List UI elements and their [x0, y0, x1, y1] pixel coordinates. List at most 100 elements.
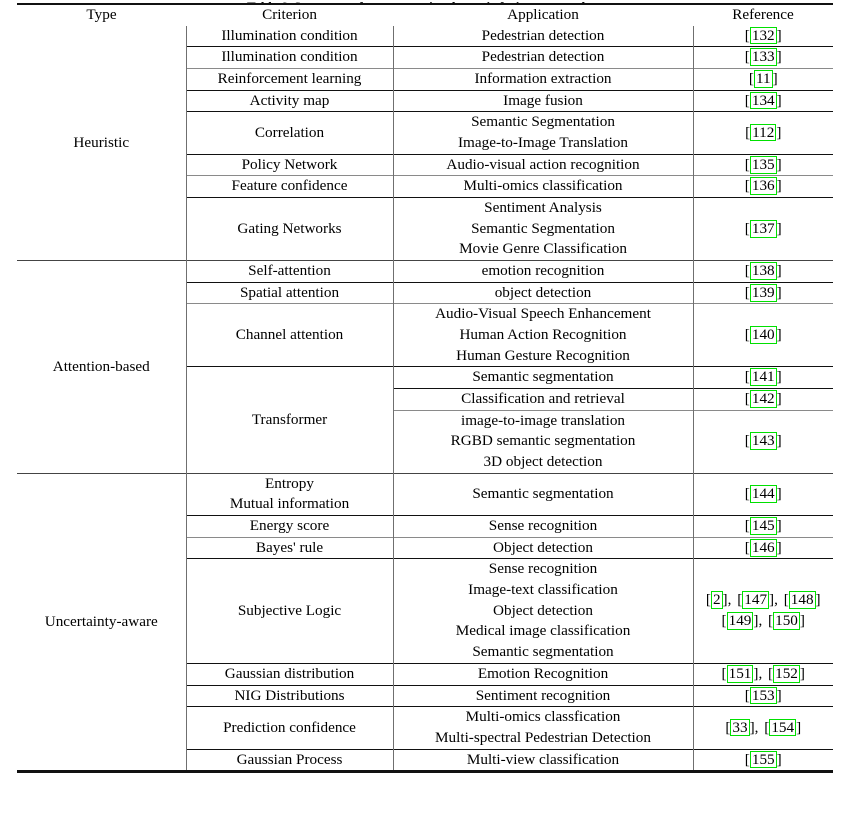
criterion-line: Illumination condition: [221, 48, 358, 66]
reference-line: [143]: [694, 431, 834, 452]
reference-chip: [141]: [745, 367, 782, 388]
reference-number[interactable]: 11: [753, 70, 773, 88]
reference-number[interactable]: 33: [730, 718, 750, 737]
application-line: object detection: [494, 283, 592, 301]
reference-line: [137]: [694, 219, 834, 240]
application-line: Sense recognition: [488, 517, 598, 535]
table-bottom-rule: [17, 770, 833, 774]
column-header-criterion: Criterion: [262, 6, 317, 23]
reference-number[interactable]: 139: [749, 283, 777, 302]
reference-chip: [147]: [737, 590, 774, 611]
reference-number[interactable]: 143: [749, 432, 777, 451]
reference-chip: [154]: [764, 718, 801, 739]
reference-number[interactable]: 149: [726, 612, 754, 630]
reference-chip: [136]: [745, 176, 782, 197]
reference-cell: [112]: [692, 111, 833, 155]
reference-number[interactable]: 155: [749, 750, 777, 769]
reference-number[interactable]: 132: [749, 26, 777, 45]
reference-line: [136]: [694, 176, 834, 197]
bracket-close: ]: [776, 517, 782, 535]
application-line: Semantic segmentation: [472, 368, 614, 386]
bracket-close: ]: [776, 26, 782, 44]
bracket-close: ]: [776, 368, 782, 386]
reference-line: [2], [147], [148]: [694, 590, 834, 611]
criterion-cell: NIG Distributions: [185, 684, 393, 707]
criterion-line: Correlation: [254, 123, 325, 141]
reference-line: [155]: [694, 750, 834, 771]
reference-chip: [33]: [725, 718, 755, 739]
criterion-line: NIG Distributions: [234, 686, 345, 704]
criterion-cell: Gating Networks: [185, 197, 393, 261]
column-header-reference: Reference: [732, 6, 794, 23]
reference-cell: [145]: [692, 515, 833, 538]
reference-separator: ,: [758, 612, 767, 630]
application-line: Classification and retrieval: [461, 390, 625, 408]
reference-number[interactable]: 144: [749, 485, 777, 503]
reference-number[interactable]: 148: [788, 591, 816, 610]
application-cell: Pedestrian detection: [392, 25, 693, 47]
reference-number[interactable]: 136: [749, 177, 777, 196]
bracket-close: ]: [796, 718, 802, 736]
reference-line: [144]: [694, 484, 834, 505]
criterion-line: Reinforcement learning: [217, 70, 362, 88]
reference-cell: [155]: [692, 748, 834, 772]
reference-line: [153]: [694, 686, 834, 707]
application-cell: object detection: [392, 281, 693, 304]
criterion-cell: Entropy Mutual information: [185, 473, 393, 516]
application-line: Semantic Segmentation: [471, 113, 615, 131]
column-header-application: Application: [507, 6, 579, 23]
criterion-cell: Bayes' rule: [185, 536, 393, 559]
reference-chip: [150]: [768, 611, 805, 632]
reference-number[interactable]: 142: [749, 390, 777, 408]
reference-chip: [134]: [745, 91, 782, 112]
reference-line: [141]: [694, 367, 834, 388]
reference-number[interactable]: 2: [710, 591, 723, 610]
bracket-close: ]: [776, 686, 782, 704]
reference-number[interactable]: 153: [749, 686, 777, 705]
application-line: Multi-omics classification: [463, 177, 623, 195]
reference-number[interactable]: 140: [749, 326, 777, 344]
reference-cell: [146]: [692, 536, 834, 559]
criterion-cell: Spatial attention: [185, 281, 393, 304]
reference-number[interactable]: 138: [749, 262, 777, 280]
application-line: Semantic Segmentation: [471, 219, 615, 237]
type-label: Heuristic: [73, 133, 130, 151]
bracket-close: ]: [776, 538, 782, 556]
reference-number[interactable]: 112: [750, 123, 777, 142]
reference-number[interactable]: 146: [749, 538, 777, 557]
criterion-line: Energy score: [249, 517, 330, 535]
type-cell-uncertainty-aware: Uncertainty-aware: [17, 474, 186, 772]
criterion-line: Gaussian distribution: [224, 664, 355, 682]
reference-cell: [139]: [692, 281, 833, 304]
reference-number[interactable]: 150: [773, 612, 800, 630]
reference-number[interactable]: 154: [769, 718, 797, 737]
application-line: 3D object detection: [483, 453, 603, 471]
reference-number[interactable]: 147: [742, 591, 770, 610]
criterion-line: Activity map: [249, 91, 330, 109]
reference-cell: [133]: [692, 46, 833, 69]
reference-line: [146]: [694, 538, 834, 559]
reference-number[interactable]: 151: [726, 664, 754, 683]
table-header-row: Type Criterion Application Reference: [17, 5, 833, 26]
criterion-cell: Prediction confidence: [185, 706, 393, 750]
reference-chip: [149]: [722, 611, 758, 632]
reference-line: [149], [150]: [694, 611, 834, 632]
reference-chip: [137]: [745, 219, 782, 240]
criterion-line: Illumination condition: [221, 26, 358, 44]
criterion-line: Feature confidence: [231, 177, 348, 195]
reference-number[interactable]: 137: [749, 219, 777, 238]
reference-number[interactable]: 133: [749, 48, 777, 67]
reference-chip: [152]: [768, 664, 805, 685]
reference-number[interactable]: 134: [749, 91, 777, 110]
application-cell: Multi-omics classification: [392, 175, 693, 198]
reference-number[interactable]: 152: [773, 664, 800, 683]
reference-separator: ,: [727, 591, 736, 609]
reference-number[interactable]: 135: [749, 155, 777, 174]
criterion-cell: Activity map: [185, 89, 393, 112]
reference-number[interactable]: 145: [749, 517, 777, 535]
reference-line: [142]: [694, 389, 834, 410]
reference-number[interactable]: 141: [749, 368, 777, 387]
reference-line: [138]: [694, 261, 834, 282]
criterion-line: Subjective Logic: [237, 601, 342, 619]
application-line: Image-text classification: [468, 581, 618, 599]
